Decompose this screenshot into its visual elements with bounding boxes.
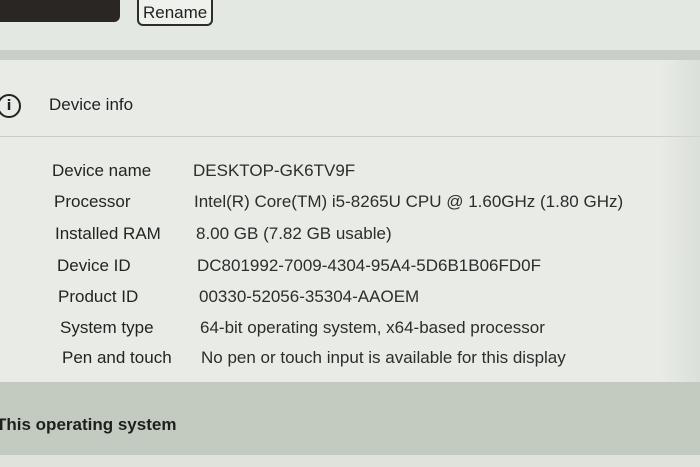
rename-button[interactable]: Rename xyxy=(137,0,214,26)
spec-value: DC801992-7009-4304-95A4-5D6B1B06FD0F xyxy=(197,256,541,275)
spec-label: System type xyxy=(60,318,154,337)
spec-value: 64-bit operating system, x64-based proce… xyxy=(200,318,545,337)
spec-label: Device ID xyxy=(57,256,131,275)
spec-value: No pen or touch input is available for t… xyxy=(201,348,566,367)
device-info-header[interactable]: i Device info xyxy=(0,60,700,137)
device-info-title: Device info xyxy=(49,95,134,114)
spec-label: Device name xyxy=(52,161,152,180)
device-info-card[interactable]: i Device info Device name DESKTOP-GK6TV9… xyxy=(0,60,700,382)
spec-label: Processor xyxy=(54,192,131,211)
spec-label: Product ID xyxy=(58,287,139,306)
bottom-band xyxy=(0,455,700,467)
info-icon: i xyxy=(0,94,21,118)
spec-label: Pen and touch xyxy=(62,348,172,367)
spec-value: DESKTOP-GK6TV9F xyxy=(193,161,356,180)
spec-value: Intel(R) Core(TM) i5-8265U CPU @ 1.60GHz… xyxy=(194,192,624,211)
top-strip: Rename xyxy=(0,0,700,50)
device-thumbnail xyxy=(0,0,120,22)
spec-value: 00330-52056-35304-AAOEM xyxy=(199,287,420,306)
spec-label: Installed RAM xyxy=(55,224,161,243)
spec-value: 8.00 GB (7.82 GB usable) xyxy=(196,224,392,243)
operating-system-title: This operating system xyxy=(0,415,177,434)
